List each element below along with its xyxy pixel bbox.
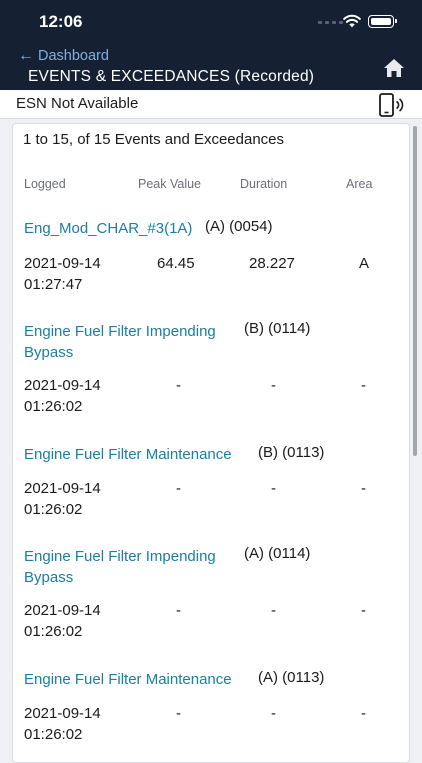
results-summary: 1 to 15, of 15 Events and Exceedances: [23, 131, 285, 148]
event-duration: 28.227: [249, 255, 295, 272]
event-title[interactable]: Engine Fuel Filter Maintenance: [24, 669, 264, 690]
event-duration: -: [271, 705, 276, 722]
event-logged: 2021-09-14 01:27:47: [24, 253, 134, 295]
event-time: 01:26:02: [24, 501, 83, 518]
scrollbar[interactable]: [413, 126, 417, 456]
event-code: (A) (0114): [244, 545, 311, 562]
event-date: 2021-09-14: [24, 255, 101, 272]
esn-bar: ESN Not Available: [0, 90, 422, 119]
column-header-duration: Duration: [240, 177, 288, 191]
esn-status: ESN Not Available: [16, 95, 139, 112]
battery-icon: [368, 15, 397, 28]
device-connect-icon[interactable]: [378, 92, 406, 118]
event-logged: 2021-09-14 01:26:02: [24, 600, 134, 642]
event-area: -: [361, 480, 366, 497]
event-title[interactable]: Engine Fuel Filter Maintenance: [24, 444, 264, 465]
navigation-bar: ← Dashboard EVENTS & EXCEEDANCES (Record…: [0, 44, 422, 90]
event-date: 2021-09-14: [24, 705, 101, 722]
wifi-icon: [343, 14, 361, 28]
event-logged: 2021-09-14 01:26:02: [24, 375, 134, 417]
status-time: 12:06: [39, 12, 83, 31]
event-peak-value: -: [176, 480, 181, 497]
event-peak-value: 64.45: [157, 255, 195, 272]
column-header-logged: Logged: [24, 177, 66, 191]
event-area: -: [361, 602, 366, 619]
event-date: 2021-09-14: [24, 377, 101, 394]
event-duration: -: [271, 480, 276, 497]
event-title[interactable]: Engine Fuel Filter Impending Bypass: [24, 546, 238, 588]
event-logged: 2021-09-14 01:26:02: [24, 478, 134, 520]
column-header-area: Area: [346, 177, 373, 191]
event-title[interactable]: Eng_Mod_CHAR_#3(1A): [24, 218, 204, 239]
event-peak-value: -: [176, 377, 181, 394]
event-area: -: [361, 705, 366, 722]
event-time: 01:27:47: [24, 276, 83, 293]
event-time: 01:26:02: [24, 398, 83, 415]
event-area: -: [361, 377, 366, 394]
event-duration: -: [271, 377, 276, 394]
back-arrow-icon: ←: [18, 47, 34, 64]
back-button[interactable]: ← Dashboard: [18, 47, 109, 65]
back-button-label: Dashboard: [38, 48, 109, 64]
event-duration: -: [271, 602, 276, 619]
page-title: EVENTS & EXCEEDANCES (Recorded): [28, 68, 315, 85]
cellular-signal-icon: [318, 21, 343, 24]
event-time: 01:26:02: [24, 623, 83, 640]
home-icon[interactable]: [383, 58, 405, 78]
column-header-peak-value: Peak Value: [138, 177, 202, 191]
event-logged: 2021-09-14 01:26:02: [24, 703, 134, 745]
event-area: A: [359, 255, 370, 272]
event-peak-value: -: [176, 705, 181, 722]
event-peak-value: -: [176, 602, 181, 619]
event-code: (B) (0114): [244, 320, 311, 337]
event-code: (A) (0113): [258, 669, 325, 686]
event-title[interactable]: Engine Fuel Filter Impending Bypass: [24, 321, 238, 363]
event-date: 2021-09-14: [24, 480, 101, 497]
event-code: (B) (0113): [258, 444, 325, 461]
event-date: 2021-09-14: [24, 602, 101, 619]
event-time: 01:26:02: [24, 726, 83, 743]
event-code: (A) (0054): [205, 218, 273, 235]
status-bar: 12:06: [0, 0, 422, 44]
